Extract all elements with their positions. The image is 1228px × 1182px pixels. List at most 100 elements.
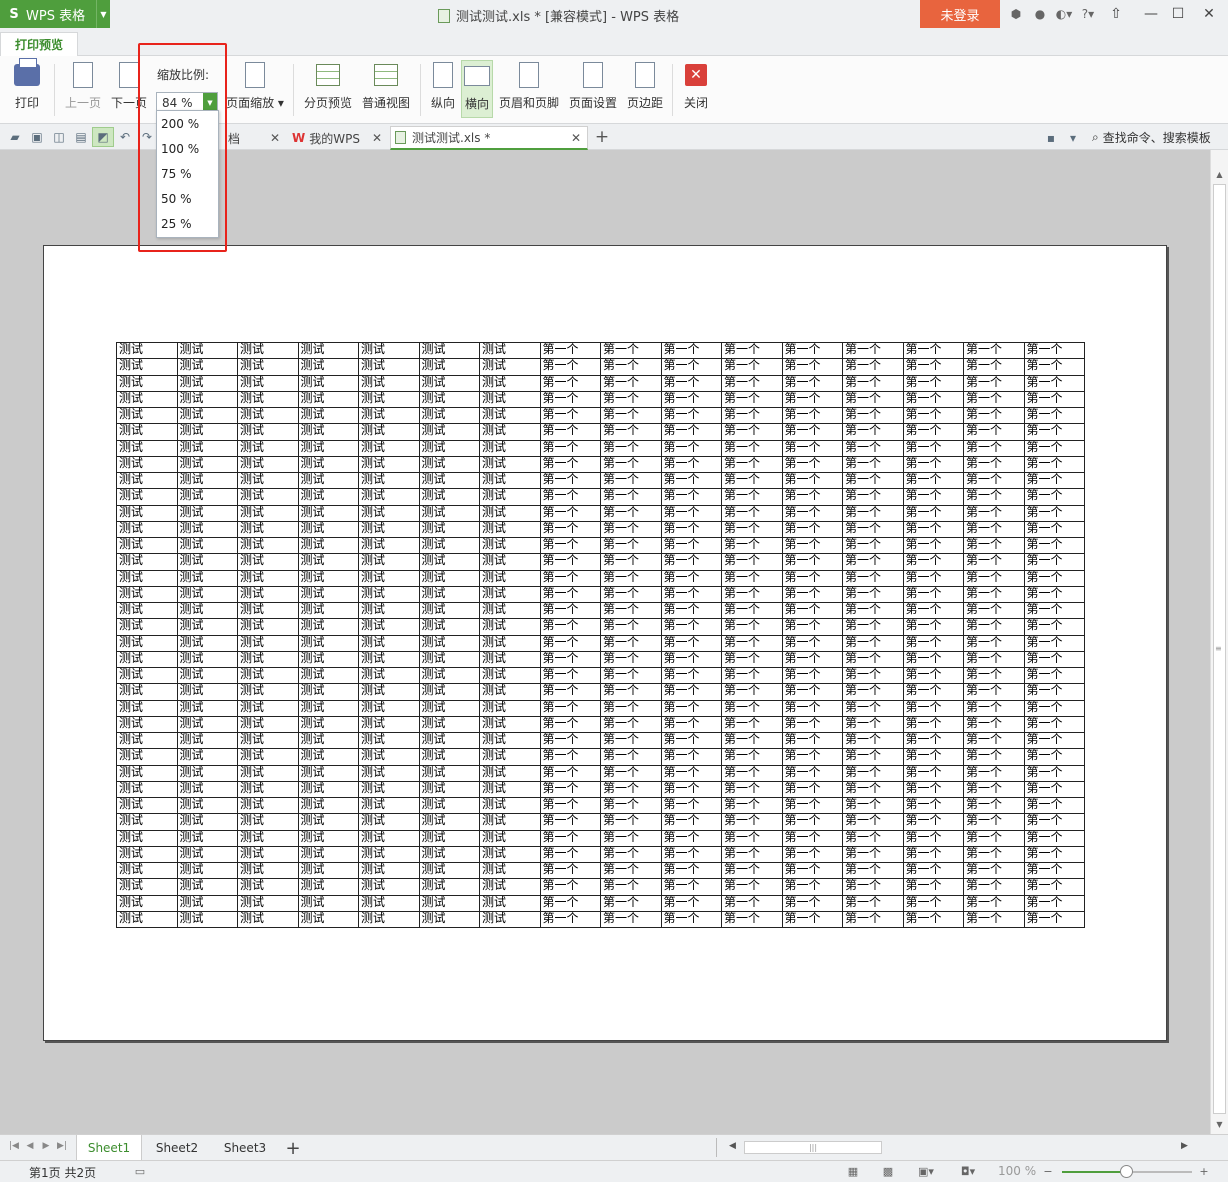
- command-search[interactable]: ⌕ 查找命令、搜索模板: [1092, 129, 1211, 146]
- export-pdf-icon[interactable]: ◫: [48, 127, 70, 147]
- minimize-button[interactable]: —: [1136, 0, 1166, 28]
- zoom-out-icon[interactable]: −: [1040, 1164, 1056, 1178]
- landscape-button[interactable]: 横向: [461, 60, 493, 118]
- vertical-scrollbar[interactable]: ▲ ≡ ▼: [1210, 150, 1228, 1134]
- table-cell: 测试: [237, 634, 299, 652]
- tab-print-preview[interactable]: 打印预览: [0, 32, 78, 56]
- zoom-slider-fill: [1062, 1171, 1127, 1173]
- scroll-up-icon[interactable]: ▲: [1211, 166, 1228, 182]
- eye-protect-icon[interactable]: ◘▾: [960, 1164, 976, 1178]
- zoom-option[interactable]: 75 %: [157, 161, 218, 186]
- zoom-slider[interactable]: [1062, 1165, 1192, 1178]
- table-cell: 第一个: [1023, 504, 1085, 522]
- table-cell: 第一个: [539, 585, 601, 604]
- zoom-option[interactable]: 25 %: [157, 211, 218, 236]
- normal-view-button[interactable]: 普通视图: [359, 60, 413, 118]
- table-cell: 测试: [176, 861, 238, 880]
- table-cell: 测试: [479, 861, 541, 880]
- portrait-button[interactable]: 纵向: [426, 60, 460, 118]
- help-icon[interactable]: ? ▾: [1076, 0, 1100, 28]
- page-setup-button[interactable]: 页面设置: [566, 60, 620, 118]
- upload-icon[interactable]: ⇧: [1101, 0, 1131, 28]
- table-row: 测试 测试 测试 测试 测试 测试 测试 第一个 第一个 第一个 第一个 第一个 第一个 第一个 第一个 第一…: [116, 406, 1085, 425]
- table-cell: 测试: [358, 569, 420, 587]
- page-scale-button[interactable]: 页面缩放 ▾: [224, 60, 286, 118]
- save-icon[interactable]: ▣: [26, 127, 48, 147]
- table-row: 测试 测试 测试 测试 测试 测试 测试 第一个 第一个 第一个 第一个 第一个 第一个 第一个 第一个 第一…: [116, 813, 1085, 831]
- scroll-down-icon[interactable]: ▼: [1211, 1116, 1228, 1132]
- macro-icon[interactable]: ▭: [132, 1164, 148, 1178]
- table-cell: 第一个: [539, 861, 601, 880]
- tab-documents[interactable]: 档 ✕: [224, 126, 286, 150]
- new-tab-button[interactable]: +: [593, 127, 611, 147]
- zoom-option[interactable]: 200 %: [157, 111, 218, 136]
- page-break-preview-button[interactable]: 分页预览: [301, 60, 355, 118]
- close-icon[interactable]: ✕: [270, 131, 280, 145]
- reading-mode-icon[interactable]: ▣▾: [918, 1164, 934, 1178]
- open-folder-icon[interactable]: ▰: [4, 127, 26, 147]
- close-icon[interactable]: ✕: [372, 131, 382, 145]
- table-cell: 第一个: [721, 536, 783, 555]
- table-cell: 测试: [479, 618, 541, 636]
- add-sheet-button[interactable]: +: [284, 1137, 302, 1159]
- horizontal-scrollbar[interactable]: ◀ ||| ▶: [716, 1138, 1200, 1157]
- first-sheet-icon[interactable]: |◀: [6, 1141, 22, 1151]
- screen-icon[interactable]: ▪: [1040, 128, 1062, 148]
- prev-sheet-icon[interactable]: ◀: [22, 1141, 38, 1151]
- close-preview-button[interactable]: ✕ 关闭: [678, 60, 714, 118]
- chevron-down-icon[interactable]: ▼: [96, 0, 110, 28]
- login-button[interactable]: 未登录: [920, 0, 1000, 28]
- redo-icon[interactable]: ↷: [136, 127, 158, 147]
- last-sheet-icon[interactable]: ▶|: [54, 1141, 70, 1151]
- settings-icon[interactable]: ●: [1028, 0, 1052, 28]
- table-cell: 测试: [479, 455, 541, 474]
- tab-my-wps[interactable]: W 我的WPS ✕: [288, 126, 388, 150]
- table-cell: 测试: [116, 455, 178, 474]
- share-icon[interactable]: ◐▾: [1052, 0, 1076, 28]
- table-cell: 测试: [358, 894, 420, 912]
- page-break-view-icon[interactable]: ▩: [880, 1164, 896, 1178]
- table-row: 测试 测试 测试 测试 测试 测试 测试 第一个 第一个 第一个 第一个 第一个 第一个 第一个 第一个 第一…: [116, 878, 1085, 896]
- normal-view-icon[interactable]: ▦: [845, 1164, 861, 1178]
- table-cell: 测试: [297, 683, 359, 701]
- maximize-button[interactable]: ☐: [1163, 0, 1193, 28]
- feedback-icon[interactable]: ▾: [1062, 128, 1084, 148]
- zoom-slider-knob[interactable]: [1120, 1165, 1133, 1178]
- table-cell: 测试: [176, 553, 238, 571]
- scroll-right-icon[interactable]: ▶: [1181, 1141, 1188, 1151]
- table-cell: 测试: [297, 748, 359, 766]
- table-row: 测试 测试 测试 测试 测试 测试 测试 第一个 第一个 第一个 第一个 第一个 第一个 第一个 第一个 第一…: [116, 861, 1085, 880]
- close-icon[interactable]: ✕: [571, 131, 581, 145]
- table-cell: 第一个: [660, 764, 722, 782]
- margins-button[interactable]: 页边距: [624, 60, 666, 118]
- zoom-option[interactable]: 50 %: [157, 186, 218, 211]
- table-cell: 第一个: [1023, 439, 1085, 457]
- app-menu-button[interactable]: S WPS 表格 ▼: [0, 0, 110, 28]
- table-cell: 第一个: [963, 894, 1025, 912]
- prev-page-button[interactable]: 上一页: [62, 60, 104, 118]
- print-icon[interactable]: ▤: [70, 127, 92, 147]
- sheet-tab-2[interactable]: Sheet2: [146, 1135, 208, 1160]
- table-cell: 第一个: [721, 683, 783, 701]
- scroll-thumb[interactable]: |||: [744, 1141, 882, 1154]
- table-cell: 第一个: [539, 439, 601, 457]
- sheet-tab-3[interactable]: Sheet3: [214, 1135, 276, 1160]
- header-footer-button[interactable]: 页眉和页脚: [497, 60, 561, 118]
- table-cell: 第一个: [842, 634, 904, 652]
- skin-icon[interactable]: ⬢: [1004, 0, 1028, 28]
- next-sheet-icon[interactable]: ▶: [38, 1141, 54, 1151]
- zoom-in-icon[interactable]: +: [1196, 1164, 1212, 1178]
- table-cell: 第一个: [1023, 520, 1085, 539]
- undo-icon[interactable]: ↶: [114, 127, 136, 147]
- table-cell: 测试: [358, 488, 420, 506]
- tab-current-file[interactable]: 测试测试.xls * ✕: [390, 126, 588, 150]
- scroll-left-icon[interactable]: ◀: [729, 1141, 736, 1151]
- table-cell: 测试: [418, 455, 480, 474]
- close-window-button[interactable]: ✕: [1194, 0, 1224, 28]
- print-preview-icon[interactable]: ◩: [92, 127, 114, 147]
- next-page-button[interactable]: 下一页: [108, 60, 150, 118]
- table-cell: 测试: [237, 780, 299, 799]
- print-button[interactable]: 打印: [6, 58, 48, 118]
- sheet-tab-1[interactable]: Sheet1: [76, 1135, 142, 1160]
- zoom-option[interactable]: 100 %: [157, 136, 218, 161]
